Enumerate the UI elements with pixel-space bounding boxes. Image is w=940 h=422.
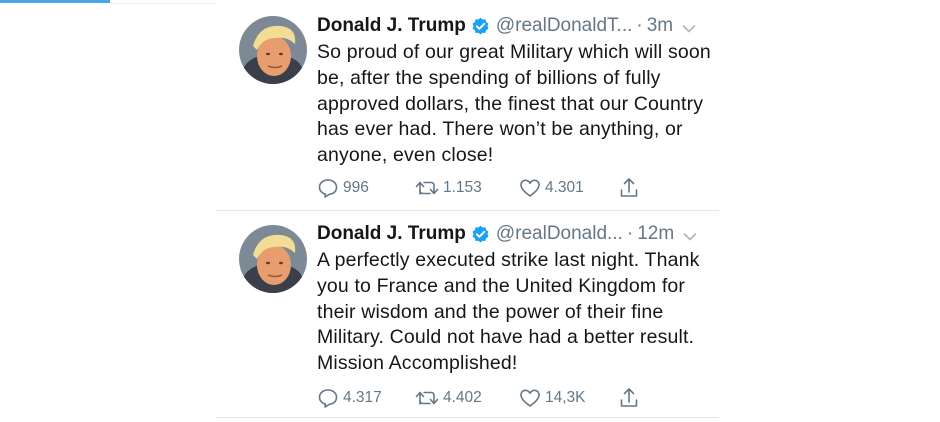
like-button[interactable]: 14,3K bbox=[519, 385, 586, 411]
tweet-divider bbox=[216, 417, 719, 418]
verified-badge-icon bbox=[471, 17, 490, 36]
tweet-header: Donald J. Trump @realDonald... · 12m bbox=[317, 221, 712, 247]
timestamp[interactable]: 12m bbox=[637, 223, 674, 245]
retweet-icon bbox=[415, 387, 439, 409]
like-count: 14,3K bbox=[545, 389, 586, 406]
author-handle[interactable]: @realDonald... bbox=[496, 223, 623, 245]
avatar[interactable] bbox=[239, 16, 307, 84]
author-handle[interactable]: @realDonaldT... bbox=[496, 15, 633, 37]
reply-icon bbox=[317, 177, 339, 199]
like-count: 4.301 bbox=[545, 179, 584, 196]
reply-button[interactable]: 4.317 bbox=[317, 385, 382, 411]
reply-icon bbox=[317, 387, 339, 409]
retweet-button[interactable]: 1.153 bbox=[415, 175, 482, 201]
retweet-count: 4.402 bbox=[443, 389, 482, 406]
chevron-down-icon[interactable] bbox=[683, 229, 697, 241]
header-divider bbox=[110, 3, 216, 4]
tweet[interactable]: Donald J. Trump @realDonald... · 12m A p… bbox=[216, 211, 719, 418]
author-name[interactable]: Donald J. Trump bbox=[317, 223, 466, 245]
retweet-icon bbox=[415, 177, 439, 199]
tweet-actions: 4.317 4.402 14,3K bbox=[317, 385, 647, 411]
share-button[interactable] bbox=[618, 175, 640, 201]
separator: · bbox=[636, 15, 643, 36]
chevron-down-icon[interactable] bbox=[682, 21, 696, 33]
tweet-text: A perfectly executed strike last night. … bbox=[317, 249, 700, 375]
tweet-actions: 996 1.153 4.301 bbox=[317, 175, 647, 201]
author-name[interactable]: Donald J. Trump bbox=[317, 15, 466, 37]
separator: · bbox=[626, 223, 634, 244]
share-icon bbox=[618, 386, 640, 410]
heart-icon bbox=[519, 387, 541, 409]
tweet-header: Donald J. Trump @realDonaldT... · 3m bbox=[317, 13, 712, 39]
tweet-text: So proud of our great Military which wil… bbox=[317, 41, 711, 167]
avatar[interactable] bbox=[239, 225, 307, 293]
retweet-button[interactable]: 4.402 bbox=[415, 385, 482, 411]
loading-progress-bar bbox=[0, 0, 110, 3]
timestamp[interactable]: 3m bbox=[647, 15, 673, 37]
retweet-count: 1.153 bbox=[443, 179, 482, 196]
reply-button[interactable]: 996 bbox=[317, 175, 369, 201]
heart-icon bbox=[519, 177, 541, 199]
verified-badge-icon bbox=[471, 225, 490, 244]
reply-count: 4.317 bbox=[343, 389, 382, 406]
reply-count: 996 bbox=[343, 179, 369, 196]
tweet-feed: Donald J. Trump @realDonaldT... · 3m So … bbox=[216, 0, 719, 422]
tweet[interactable]: Donald J. Trump @realDonaldT... · 3m So … bbox=[216, 0, 719, 211]
share-icon bbox=[618, 176, 640, 200]
share-button[interactable] bbox=[618, 385, 640, 411]
like-button[interactable]: 4.301 bbox=[519, 175, 584, 201]
